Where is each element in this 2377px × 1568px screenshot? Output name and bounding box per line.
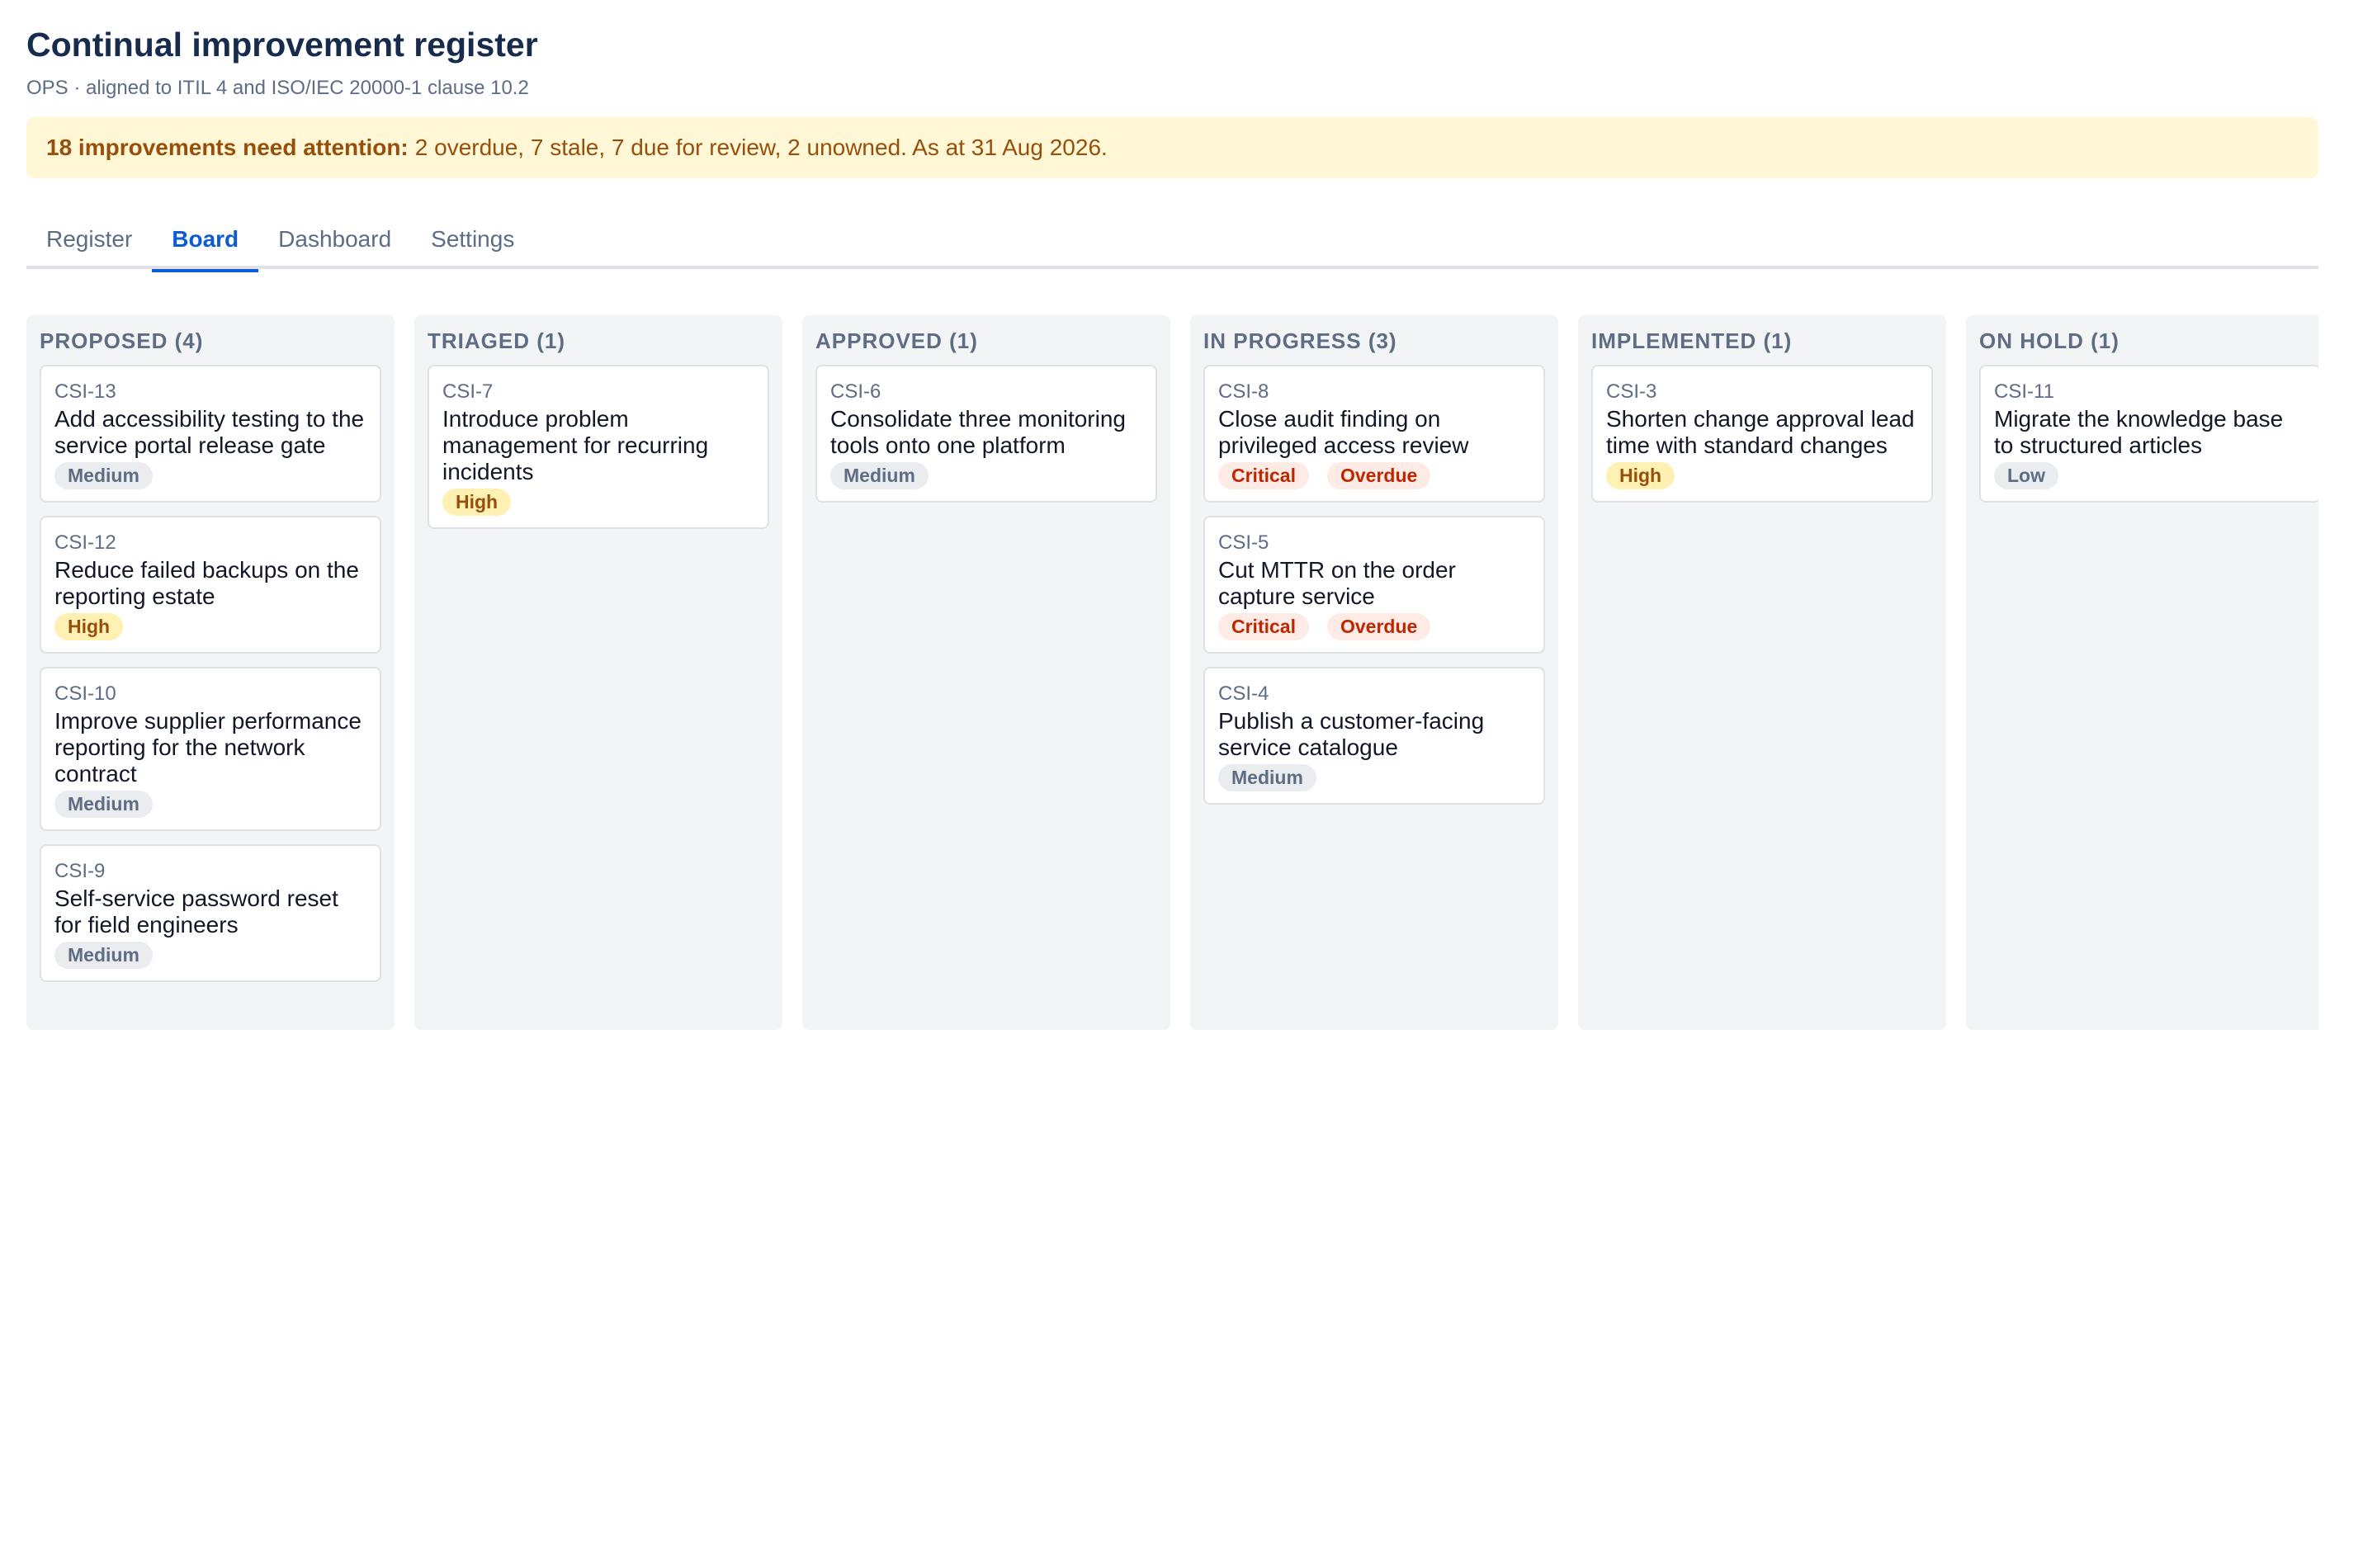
tab-settings[interactable]: Settings [411,223,534,269]
board-column: ON HOLD (1) CSI-11 Migrate the knowledge b… [1966,315,2318,1030]
priority-badge: Critical [1218,462,1309,489]
page-title: Continual improvement register [26,26,538,64]
column-cards: CSI-13 Add accessibility testing to the s… [40,365,381,982]
card-key: CSI-10 [54,682,116,705]
tab-dashboard[interactable]: Dashboard [258,223,411,269]
card-title: Introduce problem management for recurri… [442,406,709,484]
priority-badge: High [442,489,512,516]
priority-badge: High [54,613,124,640]
card-chips: Medium [54,942,366,969]
improvement-card[interactable]: CSI-4 Publish a customer-facing service c… [1203,667,1545,805]
priority-badge: Medium [54,942,153,969]
card-chips: High [442,489,754,516]
priority-badge: Critical [1218,613,1309,640]
card-chips: Medium [1218,764,1530,791]
improvement-card[interactable]: CSI-7 Introduce problem management for re… [428,365,769,529]
card-key: CSI-13 [54,380,116,403]
card-chips: Low [1994,462,2306,489]
improvement-card[interactable]: CSI-11 Migrate the knowledge base to stru… [1979,365,2318,503]
board-column: IMPLEMENTED (1) CSI-3 Shorten change appro… [1578,315,1946,1030]
card-chips: Medium [54,791,366,818]
card-title: Shorten change approval lead time with s… [1606,406,1915,458]
tab-board[interactable]: Board [152,223,259,272]
card-title: Close audit finding on privileged access… [1218,406,1469,458]
column-title: APPROVED (1) [815,328,978,353]
card-key: CSI-12 [54,531,116,554]
priority-badge: Medium [1218,764,1316,791]
column-title: IN PROGRESS (3) [1203,328,1397,353]
card-title: Improve supplier performance reporting f… [54,708,362,786]
attention-banner: 18 improvements need attention: 2 overdu… [26,117,2318,178]
card-key: CSI-11 [1994,380,2054,403]
column-cards: CSI-6 Consolidate three monitoring tools … [815,365,1157,503]
card-title: Reduce failed backups on the reporting e… [54,557,359,609]
column-cards: CSI-7 Introduce problem management for re… [428,365,769,529]
improvement-card[interactable]: CSI-6 Consolidate three monitoring tools … [815,365,1157,503]
improvement-card[interactable]: CSI-3 Shorten change approval lead time w… [1591,365,1933,503]
improvement-card[interactable]: CSI-12 Reduce failed backups on the repor… [40,516,381,654]
column-title: ON HOLD (1) [1979,328,2119,353]
card-key: CSI-4 [1218,682,1269,705]
banner-text: 2 overdue, 7 stale, 7 due for review, 2 … [414,135,1108,160]
improvement-card[interactable]: CSI-8 Close audit finding on privileged a… [1203,365,1545,503]
page-subtitle: OPS · aligned to ITIL 4 and ISO/IEC 2000… [26,77,529,99]
card-key: CSI-5 [1218,531,1269,554]
card-chips: High [54,613,366,640]
board-column: TRIAGED (1) CSI-7 Introduce problem manage… [414,315,782,1030]
card-key: CSI-9 [54,860,106,882]
card-title: Publish a customer-facing service catalo… [1218,708,1485,760]
priority-badge: High [1606,462,1675,489]
priority-badge: Medium [54,462,153,489]
tab-bar: Register Board Dashboard Settings [26,223,2318,272]
card-chips: Medium [830,462,1142,489]
priority-badge: Medium [830,462,929,489]
column-cards: CSI-11 Migrate the knowledge base to stru… [1979,365,2318,503]
priority-badge: Low [1994,462,2058,489]
card-key: CSI-8 [1218,380,1269,403]
card-key: CSI-3 [1606,380,1657,403]
card-title: Self-service password reset for field en… [54,886,338,937]
card-key: CSI-6 [830,380,881,403]
card-title: Migrate the knowledge base to structured… [1994,406,2284,458]
kanban-board: PROPOSED (4) CSI-13 Add accessibility test… [26,315,2318,1030]
card-title: Add accessibility testing to the service… [54,406,365,458]
card-chips: Critical Overdue [1218,462,1530,489]
overdue-badge: Overdue [1326,613,1431,640]
overdue-badge: Overdue [1326,462,1431,489]
card-chips: Medium [54,462,366,489]
page: Continual improvement register OPS · ali… [26,23,2318,1030]
column-title: PROPOSED (4) [40,328,204,353]
card-title: Consolidate three monitoring tools onto … [830,406,1126,458]
board-column: IN PROGRESS (3) CSI-8 Close audit finding … [1190,315,1558,1030]
board-column: PROPOSED (4) CSI-13 Add accessibility test… [26,315,395,1030]
improvement-card[interactable]: CSI-10 Improve supplier performance repor… [40,667,381,831]
board-column: APPROVED (1) CSI-6 Consolidate three monit… [802,315,1170,1030]
column-cards: CSI-8 Close audit finding on privileged a… [1203,365,1545,805]
card-title: Cut MTTR on the order capture service [1218,557,1456,609]
improvement-card[interactable]: CSI-5 Cut MTTR on the order capture servi… [1203,516,1545,654]
column-cards: CSI-3 Shorten change approval lead time w… [1591,365,1933,503]
improvement-card[interactable]: CSI-9 Self-service password reset for fie… [40,844,381,982]
card-chips: Critical Overdue [1218,613,1530,640]
priority-badge: Medium [54,791,153,818]
banner-strong-text: 18 improvements need attention: [46,135,409,160]
column-title: TRIAGED (1) [428,328,565,353]
tab-register[interactable]: Register [26,223,152,269]
improvement-card[interactable]: CSI-13 Add accessibility testing to the s… [40,365,381,503]
card-key: CSI-7 [442,380,494,403]
card-chips: High [1606,462,1918,489]
column-title: IMPLEMENTED (1) [1591,328,1793,353]
